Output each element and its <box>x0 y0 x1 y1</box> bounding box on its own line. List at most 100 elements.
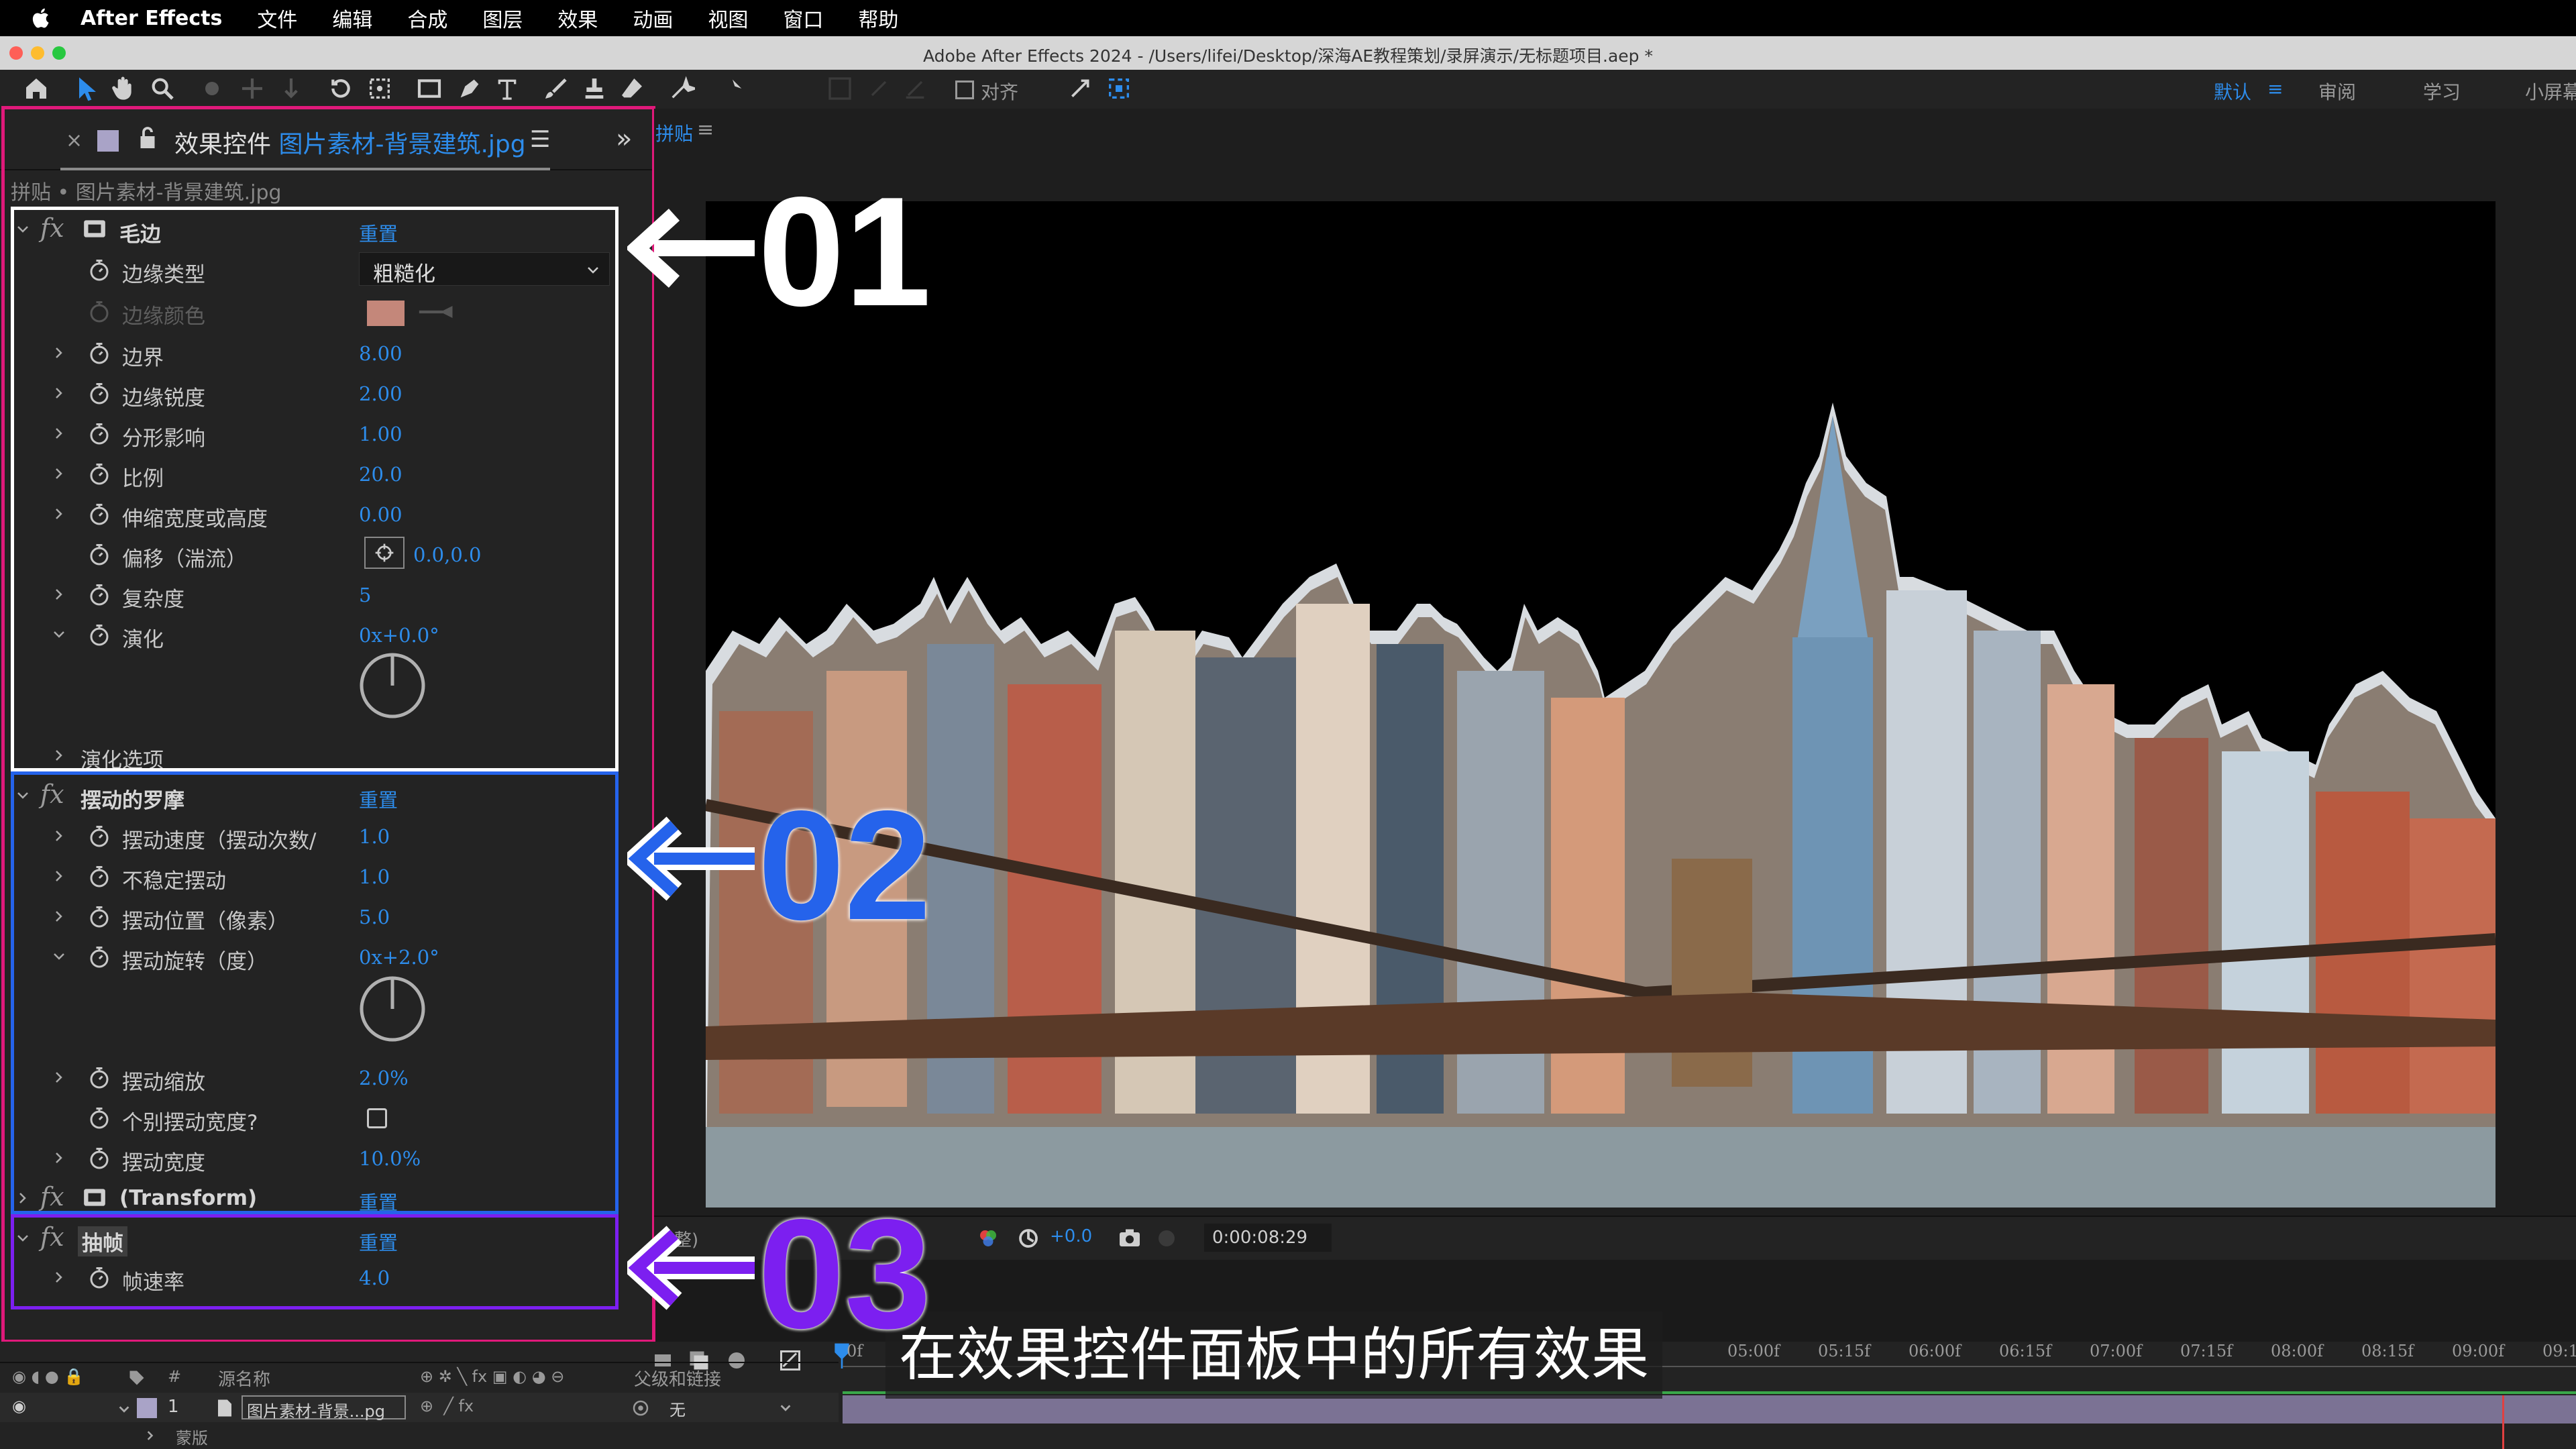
viewer-tab[interactable]: 拼贴 ≡ <box>654 109 922 156</box>
av-switches-icons: ◉ ◖ ● 🔒 <box>12 1367 85 1386</box>
timecode-text: 0:00:08:29 <box>1212 1228 1308 1248</box>
layer-duration-bar[interactable] <box>843 1395 2576 1424</box>
menu-view[interactable]: 视图 <box>708 3 748 33</box>
expand-icon[interactable] <box>1067 75 1093 102</box>
layer-switch-values[interactable]: ⊕ ╱ fx <box>420 1397 474 1415</box>
pen-tool-icon[interactable] <box>456 75 483 102</box>
apple-icon[interactable] <box>30 6 54 30</box>
file-icon <box>218 1399 231 1417</box>
ruler-tick: 05:00f <box>1727 1342 1780 1360</box>
arrow-left-icon <box>627 209 755 288</box>
menu-edit[interactable]: 编辑 <box>332 3 372 33</box>
pan-behind-icon[interactable] <box>239 75 266 102</box>
chevron-down-icon[interactable] <box>117 1402 131 1417</box>
ruler-tick: 06:00f <box>1909 1342 1962 1360</box>
visibility-eye-icon[interactable]: ◉ <box>12 1397 26 1415</box>
workspace-review[interactable]: 审阅 <box>2318 78 2356 105</box>
layer-switches-icons: ⊕ ✲ ╲ fx ▣ ◐ ◕ ⊖ <box>420 1367 565 1386</box>
menu-help[interactable]: 帮助 <box>858 3 898 33</box>
workspace-menu-icon[interactable]: ≡ <box>2267 78 2283 100</box>
layer-name: 图片素材-背景...pg <box>247 1402 386 1421</box>
rectangle-tool-icon[interactable] <box>416 75 443 102</box>
exposure-value[interactable]: +0.0 <box>1050 1226 1092 1246</box>
snapshot-camera-icon[interactable] <box>1117 1226 1142 1250</box>
hash-column: # <box>168 1367 182 1386</box>
tools-toolbar: 对齐 默认 ≡ 审阅 学习 小屏幕 <box>0 70 2576 110</box>
color-channels-icon[interactable] <box>976 1226 1000 1250</box>
selection-tool-icon[interactable] <box>72 75 99 102</box>
workspace-default[interactable]: 默认 <box>2214 78 2251 105</box>
snap-option2-icon[interactable] <box>902 75 928 102</box>
annotation-box-02 <box>11 771 619 1214</box>
menu-app-name[interactable]: After Effects <box>80 7 222 30</box>
text-tool-icon[interactable] <box>494 75 521 102</box>
chevron-right-icon[interactable] <box>144 1429 157 1442</box>
exposure-reset-icon[interactable] <box>1016 1226 1040 1250</box>
eraser-tool-icon[interactable] <box>619 75 645 102</box>
menu-composition[interactable]: 合成 <box>407 3 447 33</box>
workspace-learn[interactable]: 学习 <box>2423 78 2461 105</box>
snap-icon[interactable] <box>826 75 853 102</box>
menu-effect[interactable]: 效果 <box>557 3 598 33</box>
annotation-box-03 <box>11 1214 619 1309</box>
timecode-field[interactable]: 0:00:08:29 <box>1204 1224 1332 1252</box>
ruler-tick: 08:15f <box>2361 1342 2414 1360</box>
workspace-small-screen[interactable]: 小屏幕 <box>2525 78 2576 105</box>
source-name-header[interactable]: 源名称 <box>218 1366 270 1391</box>
hand-tool-icon[interactable] <box>110 75 137 102</box>
snap-option-icon[interactable] <box>865 75 892 102</box>
frame-icon[interactable] <box>1106 75 1132 102</box>
viewer-tab-label: 拼贴 <box>655 123 694 145</box>
label-tag-icon <box>129 1371 144 1385</box>
menu-file[interactable]: 文件 <box>257 3 297 33</box>
ruler-tick: 07:15f <box>2180 1342 2233 1360</box>
mask-label: 蒙版 <box>176 1429 208 1448</box>
end-marker <box>2502 1395 2504 1449</box>
layer-number: 1 <box>168 1397 179 1417</box>
viewer-menu-icon[interactable]: ≡ <box>697 118 714 142</box>
menu-animation[interactable]: 动画 <box>633 3 673 33</box>
home-icon[interactable] <box>23 75 50 102</box>
align-checkbox[interactable] <box>955 80 974 99</box>
layer-row[interactable]: ◉ 1 图片素材-背景...pg ⊕ ╱ fx 无 <box>0 1393 839 1422</box>
ruler-tick: 08:00f <box>2271 1342 2324 1360</box>
ruler-tick: 05:15f <box>1818 1342 1871 1360</box>
layer-header-row: ◉ ◖ ● 🔒 # 源名称 ⊕ ✲ ╲ fx ▣ ◐ ◕ ⊖ 父级和链接 <box>0 1362 839 1393</box>
pickwhip-icon[interactable] <box>631 1398 651 1418</box>
chevron-down-icon[interactable] <box>778 1401 793 1415</box>
clone-stamp-icon[interactable] <box>581 75 608 102</box>
parent-dropdown[interactable]: 无 <box>669 1397 686 1420</box>
rotate-tool-icon[interactable] <box>327 75 354 102</box>
city-skyline-image <box>706 402 2496 1208</box>
puppet-tool-icon[interactable] <box>719 75 746 102</box>
annotation-number-01: 01 <box>758 165 932 339</box>
viewer-controls-bar: 整) +0.0 0:00:08:29 <box>654 1216 2576 1260</box>
layer-color-label[interactable] <box>137 1398 157 1418</box>
brush-tool-icon[interactable] <box>542 75 569 102</box>
ruler-tick: 07:00f <box>2090 1342 2143 1360</box>
layer-name-field[interactable]: 图片素材-背景...pg <box>241 1395 406 1421</box>
ruler-tick: 09:15 <box>2542 1342 2576 1360</box>
parent-link-header[interactable]: 父级和链接 <box>634 1366 721 1391</box>
align-label: 对齐 <box>981 81 1019 103</box>
dolly-tool-icon[interactable] <box>278 75 305 102</box>
window-title: Adobe After Effects 2024 - /Users/lifei/… <box>923 46 1653 66</box>
annotation-box-01 <box>11 207 619 771</box>
roto-brush-icon[interactable] <box>668 75 699 102</box>
ruler-tick: 09:00f <box>2452 1342 2505 1360</box>
arrow-left-icon <box>627 816 755 901</box>
zoom-tool-icon[interactable] <box>149 75 176 102</box>
annotation-number-02: 02 <box>758 779 932 953</box>
anchor-tool-icon[interactable] <box>366 75 393 102</box>
composition-canvas[interactable] <box>706 201 2496 1208</box>
annotation-number-03: 03 <box>758 1187 932 1361</box>
menu-layer[interactable]: 图层 <box>482 3 523 33</box>
mac-menubar: After Effects 文件 编辑 合成 图层 效果 动画 视图 窗口 帮助 <box>0 0 2576 36</box>
window-titlebar: Adobe After Effects 2024 - /Users/lifei/… <box>0 36 2576 70</box>
menu-window[interactable]: 窗口 <box>783 3 823 33</box>
arrow-left-icon <box>627 1226 755 1310</box>
video-subtitle: 在效果控件面板中的所有效果 <box>885 1311 1662 1399</box>
mask-row[interactable]: 蒙版 <box>0 1422 839 1449</box>
orbit-tool-icon[interactable] <box>199 75 225 102</box>
show-snapshot-icon[interactable] <box>1155 1226 1179 1250</box>
